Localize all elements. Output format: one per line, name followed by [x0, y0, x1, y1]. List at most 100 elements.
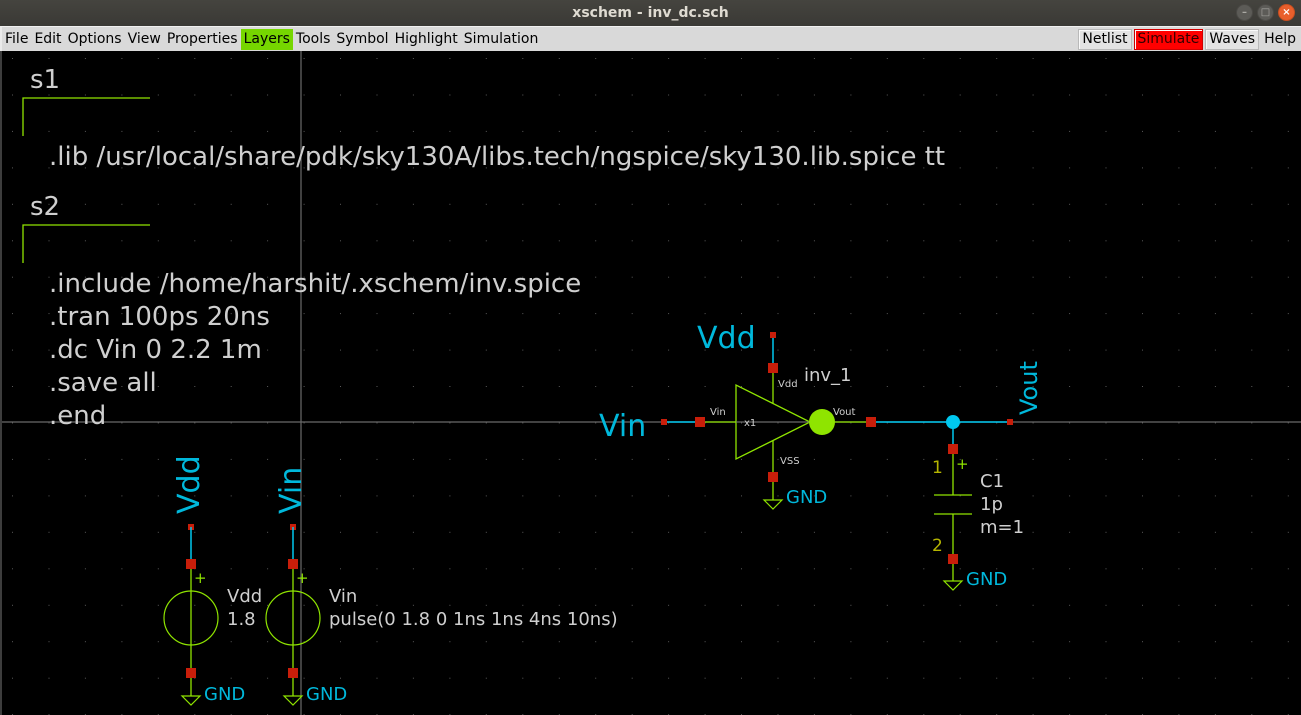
pin-cap-1 [948, 444, 958, 454]
grid-dot [1287, 94, 1289, 96]
grid-dot [777, 531, 779, 533]
grid-dot [121, 58, 123, 59]
grid-dot [485, 240, 487, 242]
grid-dot [303, 531, 305, 533]
net-label-vin-source: Vin [274, 467, 309, 514]
menu-highlight[interactable]: Highlight [392, 29, 461, 50]
schematic-canvas[interactable]: s1 .lib /usr/local/share/pdk/sky130A/lib… [0, 51, 1301, 715]
cap-plus-sign: + [956, 455, 969, 473]
grid-dot [1214, 203, 1216, 205]
grid-dot [449, 604, 451, 606]
grid-dot [84, 568, 86, 570]
grid-dot [485, 94, 487, 96]
grid-dot [996, 58, 998, 59]
grid-dot [449, 240, 451, 242]
grid-dot [595, 641, 597, 643]
grid-dot [668, 531, 670, 533]
code-block-name: s2 [30, 192, 60, 222]
menu-symbol[interactable]: Symbol [333, 29, 391, 50]
grid-dot [230, 495, 232, 497]
vdd-top-net[interactable]: Vdd [697, 321, 778, 373]
grid-dot [850, 531, 852, 533]
grid-dot [923, 677, 925, 679]
grid-dot [595, 349, 597, 351]
vin-input-net[interactable]: Vin [599, 409, 705, 444]
menu-tools[interactable]: Tools [293, 29, 334, 50]
grid-dot [522, 203, 524, 205]
schematic-svg[interactable]: s1 .lib /usr/local/share/pdk/sky130A/lib… [2, 51, 1301, 715]
grid-dot [704, 58, 706, 59]
netlist-button[interactable]: Netlist [1078, 28, 1132, 50]
code-line: .save all [49, 368, 157, 398]
menu-properties[interactable]: Properties [164, 29, 241, 50]
grid-dot [1178, 568, 1180, 570]
minimize-button[interactable]: – [1236, 4, 1253, 21]
waves-button[interactable]: Waves [1205, 28, 1260, 50]
grid-dot [194, 531, 196, 533]
menu-file[interactable]: File [2, 29, 31, 50]
help-button[interactable]: Help [1261, 29, 1299, 50]
capacitor-c1[interactable]: + 1 2 C1 1p m=1 [932, 444, 1024, 564]
grid-dot [376, 568, 378, 570]
grid-dot [1251, 313, 1253, 315]
menu-layers[interactable]: Layers [240, 28, 293, 50]
grid-dot [1069, 568, 1071, 570]
grid-dot [1287, 677, 1289, 679]
gnd-inverter[interactable]: GND [762, 482, 827, 510]
grid-dot [959, 313, 961, 315]
grid-dot [886, 531, 888, 533]
grid-dot [777, 604, 779, 606]
grid-dot [558, 568, 560, 570]
pin-minus [186, 668, 196, 678]
menu-simulation[interactable]: Simulation [461, 29, 542, 50]
grid-dot [1287, 240, 1289, 242]
grid-dot [558, 677, 560, 679]
close-button[interactable]: × [1278, 4, 1295, 21]
grid-dot [230, 568, 232, 570]
grid-dot [1069, 240, 1071, 242]
grid-dot [340, 458, 341, 460]
menu-options[interactable]: Options [65, 29, 125, 50]
pin-cap-2 [948, 554, 958, 564]
grid-dot [1214, 94, 1216, 96]
grid-dot [522, 568, 524, 570]
simulate-button[interactable]: Simulate [1133, 28, 1204, 50]
grid-dot [1069, 386, 1071, 387]
grid-dot [996, 94, 998, 96]
vout-net[interactable]: Vout [866, 361, 1043, 444]
grid-dot [121, 568, 123, 570]
grid-dot [1142, 641, 1143, 643]
grid-dot [1214, 386, 1216, 387]
grid-dot [813, 276, 815, 278]
vin-source[interactable]: Vin + Vin pulse(0 1.8 0 1ns 1ns 4ns 10ns… [265, 467, 618, 706]
grid-dot [959, 130, 961, 132]
grid-dot [1032, 531, 1034, 533]
grid-dot [1251, 58, 1253, 59]
pin-vout [866, 417, 876, 427]
grid-dot [668, 58, 670, 59]
grid-dot [777, 568, 779, 570]
inverter-symbol[interactable]: Vin x1 Vdd VSS Vout inv_1 [705, 365, 868, 482]
grid-dot [923, 349, 925, 351]
grid-dot [522, 641, 524, 643]
grid-dot [522, 349, 524, 351]
vdd-source[interactable]: Vdd + Vdd 1.8 GND [163, 455, 262, 706]
code-block-s1[interactable]: s1 .lib /usr/local/share/pdk/sky130A/lib… [22, 65, 945, 172]
grid-dot [631, 568, 633, 570]
grid-dot [303, 677, 305, 679]
grid-dot [886, 386, 888, 387]
gnd-capacitor[interactable]: GND [942, 564, 1007, 591]
grid-dot [886, 240, 888, 242]
grid-dot [1178, 240, 1180, 242]
menu-view[interactable]: View [125, 29, 164, 50]
grid-dot [485, 349, 487, 351]
maximize-button[interactable]: □ [1257, 4, 1274, 21]
grid-dot [595, 386, 597, 387]
grid-dot [267, 203, 269, 205]
code-block-s2[interactable]: s2 .include /home/harshit/.xschem/inv.sp… [22, 192, 581, 431]
grid-dot [959, 604, 961, 606]
grid-dot [996, 203, 998, 205]
grid-dot [1178, 422, 1180, 424]
grid-dot [1142, 386, 1143, 387]
menu-edit[interactable]: Edit [31, 29, 64, 50]
